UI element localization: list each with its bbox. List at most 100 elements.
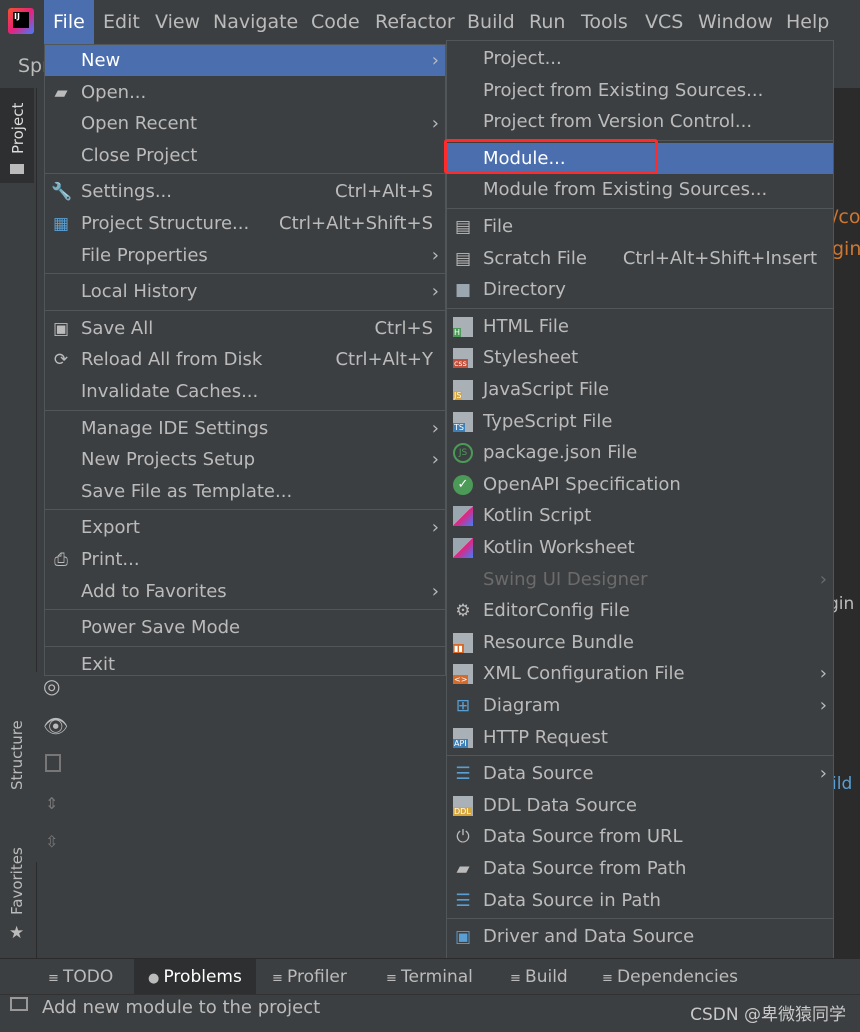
menu-item-label: Driver and Data Source xyxy=(483,926,695,948)
new-menu-item-javascript-file[interactable]: JS JavaScript File xyxy=(447,374,833,405)
new-menu-item-ddl-data-source[interactable]: DDL DDL Data Source xyxy=(447,790,833,821)
ddl-icon: DDL xyxy=(453,795,473,816)
kotlin-icon xyxy=(453,506,473,527)
file-menu-item-close-project[interactable]: Close Project xyxy=(45,140,445,171)
menu-item-label: Close Project xyxy=(81,144,198,166)
file-menu-item-file-properties[interactable]: File Properties › xyxy=(45,240,445,271)
file-menu-item-manage-ide-settings[interactable]: Manage IDE Settings › xyxy=(45,413,445,444)
expand-icon[interactable]: ⇕ xyxy=(45,794,58,813)
eye-icon[interactable]: 👁 xyxy=(43,714,68,738)
tab-structure[interactable]: Structure xyxy=(0,716,34,816)
menu-run[interactable]: Run xyxy=(520,0,572,44)
left-tool-window-strip: Project Structure Favorites ★ xyxy=(0,88,37,958)
chevron-right-icon: › xyxy=(431,50,439,71)
new-menu-item-directory[interactable]: ■ Directory xyxy=(447,274,833,305)
menu-separator xyxy=(45,273,445,275)
tab-terminal[interactable]: ≡ Terminal xyxy=(386,959,473,995)
menu-view[interactable]: View xyxy=(146,0,204,44)
file-menu-item-save-file-as-template[interactable]: Save File as Template... xyxy=(45,476,445,507)
new-menu-item-editorconfig-file[interactable]: ⚙ EditorConfig File xyxy=(447,595,833,626)
new-menu-item-file[interactable]: ▤ File xyxy=(447,211,833,242)
shortcut-label: Ctrl+S xyxy=(374,317,433,339)
file-menu-item-new[interactable]: New › xyxy=(45,45,445,76)
new-menu-item-scratch-file[interactable]: ▤ Scratch File Ctrl+Alt+Shift+Insert xyxy=(447,243,833,274)
menu-tools[interactable]: Tools xyxy=(572,0,636,44)
menu-item-label: Project... xyxy=(483,48,562,69)
menu-refactor[interactable]: Refactor xyxy=(366,0,458,44)
menu-help[interactable]: Help xyxy=(777,0,837,44)
tab-profiler[interactable]: ≡ Profiler xyxy=(272,959,347,995)
new-menu-item-project[interactable]: Project... xyxy=(447,43,833,74)
new-menu-item-data-source-in-path[interactable]: ☰ Data Source in Path xyxy=(447,885,833,916)
status-panel-icon[interactable] xyxy=(10,997,28,1011)
file-menu-item-print[interactable]: ⎙ Print... xyxy=(45,544,445,575)
menu-item-label: Kotlin Worksheet xyxy=(483,537,635,558)
file-menu-item-open[interactable]: ▰ Open... xyxy=(45,77,445,108)
tab-build[interactable]: ≡ Build xyxy=(510,959,568,995)
menu-item-label: File Properties xyxy=(81,244,208,266)
new-menu-item-data-source-from-path[interactable]: ▰ Data Source from Path xyxy=(447,853,833,884)
new-menu-item-openapi-specification[interactable]: ✓ OpenAPI Specification xyxy=(447,469,833,500)
new-menu-item-xml-configuration-file[interactable]: <> XML Configuration File › xyxy=(447,658,833,689)
openapi-icon: ✓ xyxy=(453,474,473,495)
file-menu-item-add-to-favorites[interactable]: Add to Favorites › xyxy=(45,576,445,607)
file-menu-item-invalidate-caches[interactable]: Invalidate Caches... xyxy=(45,376,445,407)
reload-icon: ⟳ xyxy=(53,350,69,371)
new-menu-item-kotlin-worksheet[interactable]: Kotlin Worksheet xyxy=(447,532,833,563)
print-icon: ⎙ xyxy=(54,550,68,570)
gear-icon: ⚙ xyxy=(455,601,471,622)
menu-item-label: Open Recent xyxy=(81,113,198,135)
tab-label: Profiler xyxy=(287,967,347,987)
file-menu-item-open-recent[interactable]: Open Recent › xyxy=(45,108,445,139)
file-menu-item-new-projects-setup[interactable]: New Projects Setup › xyxy=(45,444,445,475)
file-menu-item-save-all[interactable]: ▣ Save All Ctrl+S xyxy=(45,313,445,344)
menu-vcs[interactable]: VCS xyxy=(636,0,689,44)
collapse-icon[interactable]: ⇳ xyxy=(45,832,58,851)
tab-dependencies[interactable]: ≡ Dependencies xyxy=(602,959,738,995)
menu-item-label: Module from Existing Sources... xyxy=(483,179,768,201)
new-menu-item-html-file[interactable]: H HTML File xyxy=(447,311,833,342)
tab-problems[interactable]: ● Problems xyxy=(134,959,256,995)
tab-todo[interactable]: ≡ TODO xyxy=(48,959,113,995)
new-menu-item-resource-bundle[interactable]: ▮▮ Resource Bundle xyxy=(447,627,833,658)
menu-item-label: Resource Bundle xyxy=(483,631,634,653)
file-menu-item-exit[interactable]: Exit xyxy=(45,649,445,680)
menu-item-label: Project from Version Control... xyxy=(483,111,753,133)
menu-item-label: OpenAPI Specification xyxy=(483,473,681,495)
new-menu-item-package-json-file[interactable]: JS package.json File xyxy=(447,437,833,468)
file-menu-item-local-history[interactable]: Local History › xyxy=(45,276,445,307)
file-menu-item-power-save-mode[interactable]: Power Save Mode xyxy=(45,612,445,643)
menu-file[interactable]: File xyxy=(44,0,94,44)
menu-item-label: Directory xyxy=(483,279,566,301)
menu-code[interactable]: Code xyxy=(302,0,366,44)
menu-window[interactable]: Window xyxy=(689,0,777,44)
menu-item-label: Stylesheet xyxy=(483,347,579,369)
menu-edit[interactable]: Edit xyxy=(94,0,146,44)
new-menu-item-driver-and-data-source[interactable]: ▣ Driver and Data Source xyxy=(447,921,833,952)
new-menu-item-data-source[interactable]: ☰ Data Source › xyxy=(447,758,833,789)
menu-separator xyxy=(45,409,445,411)
file-menu-item-reload-all-from-disk[interactable]: ⟳ Reload All from Disk Ctrl+Alt+Y xyxy=(45,344,445,375)
file-menu-item-project-structure[interactable]: ▦ Project Structure... Ctrl+Alt+Shift+S xyxy=(45,208,445,239)
status-message: Add new module to the project xyxy=(42,997,321,1018)
tab-project[interactable]: Project xyxy=(0,88,34,183)
new-menu-item-stylesheet[interactable]: css Stylesheet xyxy=(447,342,833,373)
new-menu-item-project-from-existing-sources[interactable]: Project from Existing Sources... xyxy=(447,75,833,106)
menu-navigate[interactable]: Navigate xyxy=(204,0,302,44)
new-menu-item-diagram[interactable]: ⊞ Diagram › xyxy=(447,690,833,721)
new-menu-item-project-from-version-control[interactable]: Project from Version Control... xyxy=(447,106,833,137)
file-menu-item-settings[interactable]: 🔧 Settings... Ctrl+Alt+S xyxy=(45,176,445,207)
new-menu-item-http-request[interactable]: API HTTP Request xyxy=(447,722,833,753)
chevron-right-icon: › xyxy=(431,244,439,266)
menu-item-label: DDL Data Source xyxy=(483,794,637,816)
menu-item-label: XML Configuration File xyxy=(483,663,685,685)
info-icon: ● xyxy=(148,971,164,986)
panel-icon[interactable] xyxy=(45,754,61,772)
menu-build[interactable]: Build xyxy=(458,0,520,44)
new-menu-item-typescript-file[interactable]: TS TypeScript File xyxy=(447,406,833,437)
tab-favorites[interactable]: Favorites ★ xyxy=(0,843,34,943)
new-menu-item-kotlin-script[interactable]: Kotlin Script xyxy=(447,500,833,531)
file-menu-item-export[interactable]: Export › xyxy=(45,512,445,543)
new-menu-item-module-from-existing-sources[interactable]: Module from Existing Sources... xyxy=(447,174,833,205)
new-menu-item-data-source-from-url[interactable]: ⏻ Data Source from URL xyxy=(447,821,833,852)
